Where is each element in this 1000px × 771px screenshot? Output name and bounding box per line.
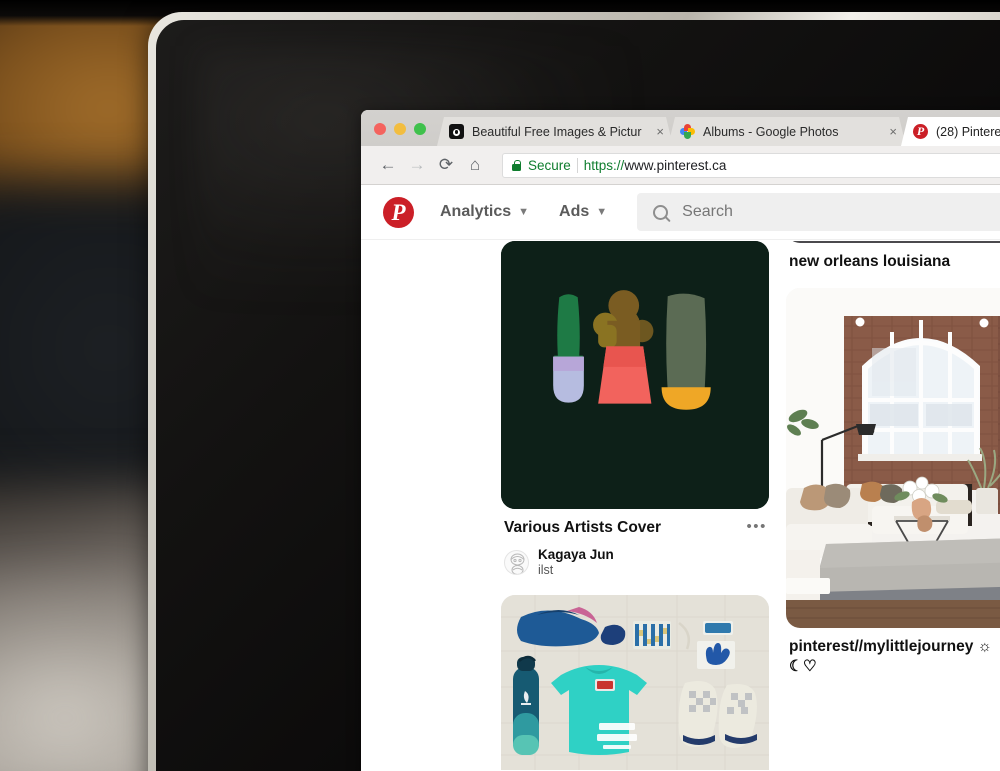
- pin-card-various-artists[interactable]: Various Artists Cover ••• Kagaya Jun ils…: [501, 241, 769, 579]
- home-button[interactable]: ⌂: [462, 152, 488, 178]
- browser-window: Beautiful Free Images & Pictur × Albums …: [361, 110, 1000, 771]
- chevron-down-icon: ▼: [596, 206, 608, 218]
- pin-meta: new orleans louisiana •••: [786, 243, 1000, 272]
- lock-icon: [512, 159, 521, 171]
- pin-column-1: Various Artists Cover ••• Kagaya Jun ils…: [501, 241, 769, 771]
- pinterest-page: P Analytics ▼ Ads ▼ Search Various Artis…: [361, 185, 1000, 771]
- pin-author-text: Kagaya Jun ilst: [538, 547, 614, 579]
- avatar: [504, 550, 529, 576]
- search-placeholder: Search: [682, 203, 733, 220]
- pin-grid: Various Artists Cover ••• Kagaya Jun ils…: [361, 241, 1000, 771]
- url-host: www.pinterest.ca: [624, 157, 727, 173]
- close-tab-button[interactable]: ×: [652, 125, 664, 138]
- omnibox-divider: [576, 157, 578, 173]
- security-label: Secure: [528, 157, 571, 173]
- nav-item-label: Ads: [559, 203, 590, 220]
- browser-tab-pinterest[interactable]: P (28) Pinterest: [901, 117, 1000, 146]
- pin-title: pinterest//mylittlejourney ☼: [789, 637, 992, 655]
- browser-tab-strip: Beautiful Free Images & Pictur × Albums …: [361, 110, 1000, 146]
- search-icon: [653, 204, 669, 220]
- maximize-window-button[interactable]: [414, 123, 426, 135]
- pin-author-board: ilst: [538, 563, 554, 578]
- search-input[interactable]: Search: [637, 193, 1000, 231]
- browser-toolbar: ← → ⟳ ⌂ Secure https://www.pinterest.ca: [361, 146, 1000, 185]
- pin-meta: pinterest//mylittlejourney ☼ ☾♡ •••: [786, 628, 1000, 677]
- back-button[interactable]: ←: [375, 152, 401, 178]
- tab-title: Albums - Google Photos: [703, 124, 839, 139]
- pin-image[interactable]: [501, 241, 769, 509]
- pin-card-flat-lay[interactable]: [501, 594, 769, 770]
- minimize-window-button[interactable]: [394, 123, 406, 135]
- pin-image[interactable]: [501, 594, 769, 770]
- pin-meta: Various Artists Cover ••• Kagaya Jun ils…: [501, 509, 769, 579]
- window-controls[interactable]: [361, 123, 437, 146]
- forward-button[interactable]: →: [404, 152, 430, 178]
- laptop-body: Beautiful Free Images & Pictur × Albums …: [148, 12, 1000, 771]
- pin-card-loft[interactable]: pinterest//mylittlejourney ☼ ☾♡ •••: [786, 287, 1000, 677]
- pin-title-line2: ☾♡: [789, 657, 817, 675]
- address-bar[interactable]: Secure https://www.pinterest.ca: [502, 152, 1000, 178]
- pinterest-header: P Analytics ▼ Ads ▼ Search: [361, 185, 1000, 240]
- pin-author-name: Kagaya Jun: [538, 546, 614, 562]
- pin-title: new orleans louisiana: [789, 253, 951, 270]
- pin-title: Various Artists Cover: [504, 519, 662, 536]
- camera-icon: [449, 124, 464, 139]
- nav-item-label: Analytics: [440, 203, 512, 220]
- chevron-down-icon: ▼: [518, 206, 530, 218]
- nav-item-ads[interactable]: Ads ▼: [559, 203, 607, 221]
- pin-overflow-button[interactable]: •••: [746, 519, 767, 534]
- pinterest-logo[interactable]: P: [383, 196, 414, 228]
- tab-title: (28) Pinterest: [936, 124, 1000, 139]
- close-window-button[interactable]: [374, 123, 386, 135]
- pin-image[interactable]: [786, 287, 1000, 628]
- reload-button[interactable]: ⟳: [433, 152, 459, 178]
- pinterest-icon: P: [913, 124, 928, 139]
- url-scheme: https://: [583, 157, 625, 173]
- pin-author[interactable]: Kagaya Jun ilst: [504, 547, 766, 579]
- google-photos-icon: [680, 124, 695, 139]
- close-tab-button[interactable]: ×: [885, 125, 897, 138]
- pin-card-new-orleans[interactable]: new orleans louisiana •••: [786, 241, 1000, 272]
- browser-tab-google-photos[interactable]: Albums - Google Photos ×: [668, 117, 906, 146]
- pin-column-2: new orleans louisiana •••: [786, 241, 1000, 692]
- nav-item-analytics[interactable]: Analytics ▼: [440, 203, 529, 221]
- tab-title: Beautiful Free Images & Pictur: [472, 124, 642, 139]
- browser-tab-unsplash[interactable]: Beautiful Free Images & Pictur ×: [437, 117, 673, 146]
- url-text: https://www.pinterest.ca: [584, 158, 727, 173]
